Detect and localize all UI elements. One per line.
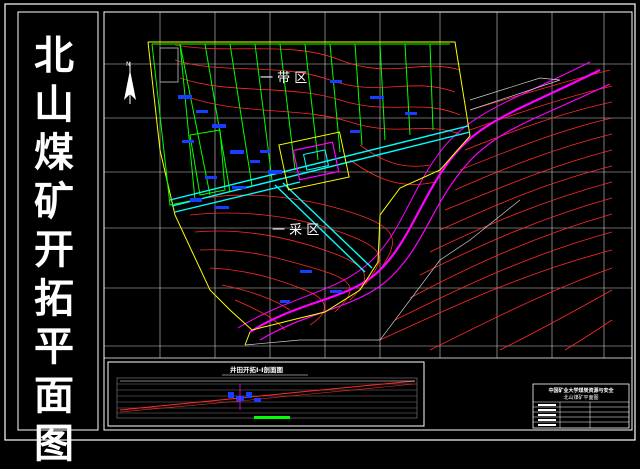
- drawing-title-vertical: 北 山 煤 矿 开 拓 平 面 图: [26, 32, 82, 469]
- title-char: 煤: [34, 130, 74, 176]
- title-block-line2: 北山煤矿平面图: [563, 395, 599, 401]
- north-arrow-icon: N: [124, 61, 136, 104]
- title-block-line1: 中国矿业大学煤炭资源与安全: [548, 388, 614, 394]
- coal-pillar-block: [159, 47, 179, 83]
- cross-section-graphic: [116, 377, 418, 419]
- coordinate-grid: [104, 12, 632, 358]
- highway-band: [237, 61, 611, 341]
- outer-frame: [4, 3, 636, 441]
- svg-text:N: N: [126, 61, 131, 68]
- title-char: 山: [34, 81, 74, 128]
- section-title: 井田开拓Ⅰ-Ⅰ剖面图: [230, 365, 284, 374]
- title-char: 拓: [34, 275, 74, 322]
- title-block-text: 中国矿业大学煤炭资源与安全 北山煤矿平面图: [533, 384, 629, 428]
- title-char: 平: [34, 324, 74, 370]
- title-char: 矿: [34, 178, 74, 225]
- zone-label-lower: 一 采 区: [272, 223, 319, 238]
- title-char: 北: [34, 33, 74, 79]
- title-char: 开: [34, 227, 74, 273]
- title-char: 面: [34, 372, 74, 419]
- zone-label-upper: 一 带 区: [260, 71, 307, 86]
- mine-plan-drawing: N 一 带 区 一 采 区 井田开拓Ⅰ-Ⅰ剖面图: [4, 3, 636, 441]
- title-char: 图: [34, 421, 74, 467]
